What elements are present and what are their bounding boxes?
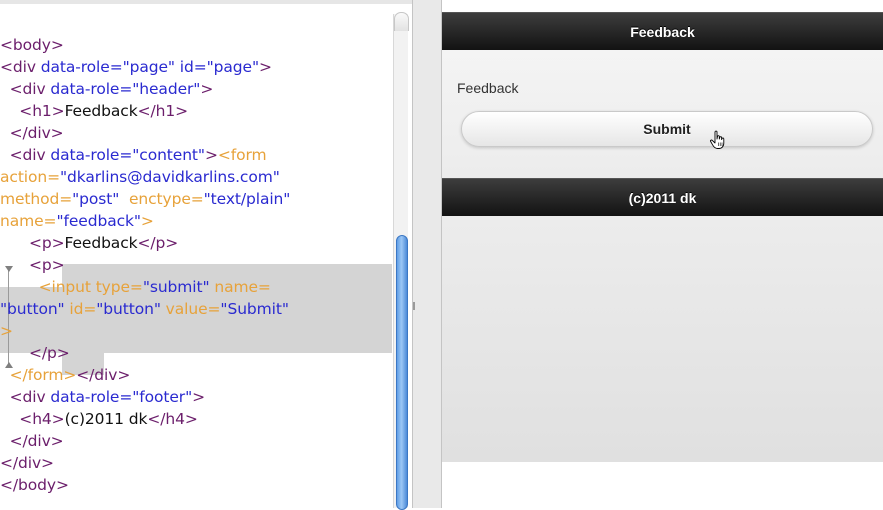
code-line: method="post" enctype="text/plain" (0, 188, 290, 210)
code-token: "Submit" (220, 300, 289, 318)
code-token: "post" (72, 190, 120, 208)
code-line: <div data-role="footer"> (0, 386, 290, 408)
code-line: name="feedback"> (0, 210, 290, 232)
code-line: > (0, 320, 290, 342)
page-header-bar: Feedback (442, 12, 883, 51)
code-token: <div (0, 58, 41, 76)
code-token: data-role="header" (50, 80, 201, 98)
code-token: </body> (0, 476, 69, 494)
code-token: type= (95, 278, 143, 296)
code-token: data-role="content" (50, 146, 205, 164)
code-line: <div data-role="page" id="page"> (0, 56, 290, 78)
code-token: </h1> (137, 102, 188, 120)
code-token: enctype= (119, 190, 204, 208)
code-line: </div> (0, 452, 290, 474)
code-token: > (259, 58, 272, 76)
code-line: <body> (0, 34, 290, 56)
feedback-paragraph: Feedback (457, 80, 519, 96)
code-token: "button" (0, 300, 65, 318)
code-token: </form> (0, 366, 77, 384)
code-line: <h4>(c)2011 dk</h4> (0, 408, 290, 430)
code-text[interactable]: <body> <div data-role="page" id="page"> <… (0, 34, 290, 496)
splitter-grip-icon (413, 302, 415, 310)
page-content: Feedback Submit (442, 50, 883, 178)
code-token: (c)2011 dk (64, 410, 148, 428)
scrollbar-top-cap (394, 12, 409, 31)
code-token: > (204, 146, 218, 164)
code-token: "dkarlins@davidkarlins.com" (60, 168, 280, 186)
code-token: </p> (0, 344, 70, 362)
code-line: <p> (0, 254, 290, 276)
code-line: <div data-role="content"><form (0, 144, 290, 166)
code-token: name= (0, 212, 57, 230)
code-token: "submit" (142, 278, 210, 296)
editor-scrollbar-thumb[interactable] (396, 235, 408, 510)
code-token: > (200, 80, 214, 98)
code-token: data-role="page" id="page" (40, 58, 259, 76)
submit-button[interactable]: Submit (461, 111, 873, 147)
code-editor[interactable]: <body> <div data-role="page" id="page"> <… (0, 0, 412, 508)
header-title: Feedback (630, 24, 695, 40)
code-token: id= (64, 300, 97, 318)
code-token: > (0, 322, 13, 340)
code-line: "button" id="button" value="Submit" (0, 298, 290, 320)
live-preview: Feedback Feedback Submit (c)2011 dk (442, 0, 883, 508)
code-token: <h4> (0, 410, 65, 428)
code-token: </div> (0, 454, 54, 472)
code-token: </h4> (147, 410, 198, 428)
code-line: <div data-role="header"> (0, 78, 290, 100)
code-line: <h1>Feedback</h1> (0, 100, 290, 122)
code-token: <p> (0, 234, 65, 252)
code-line: </div> (0, 122, 290, 144)
code-line: <p>Feedback</p> (0, 232, 290, 254)
code-line: </p> (0, 342, 290, 364)
hand-pointer-icon (710, 130, 725, 149)
code-line: </form></div> (0, 364, 290, 386)
code-token: <body> (0, 36, 64, 54)
code-token: name= (209, 278, 271, 296)
code-token: <form (217, 146, 267, 164)
code-token: </div> (76, 366, 131, 384)
code-token: Feedback (64, 234, 138, 252)
code-token: data-role="footer" (50, 388, 193, 406)
code-token: "text/plain" (203, 190, 291, 208)
code-line: </div> (0, 430, 290, 452)
code-token: "button" (96, 300, 161, 318)
submit-button-label: Submit (643, 121, 691, 137)
code-token: </div> (0, 124, 64, 142)
page-empty-area (442, 216, 883, 463)
code-token: </div> (0, 432, 64, 450)
code-line: <input type="submit" name= (0, 276, 290, 298)
page-footer-bar: (c)2011 dk (442, 178, 883, 217)
code-token: value= (160, 300, 221, 318)
editor-top-border (0, 0, 412, 4)
code-token: <div (0, 80, 51, 98)
preview-bottom-area (442, 462, 883, 508)
code-token: method= (0, 190, 73, 208)
code-token: > (192, 388, 206, 406)
code-line: </body> (0, 474, 290, 496)
pane-splitter[interactable] (412, 0, 442, 508)
code-token: <div (0, 388, 51, 406)
code-token: </p> (137, 234, 179, 252)
footer-title: (c)2011 dk (628, 190, 697, 206)
code-token: <h1> (0, 102, 65, 120)
code-token: action= (0, 168, 60, 186)
code-token: Feedback (64, 102, 138, 120)
code-token: <div (0, 146, 51, 164)
code-token: "feedback" (56, 212, 141, 230)
code-line: action="dkarlins@davidkarlins.com" (0, 166, 290, 188)
code-token: <p> (0, 256, 65, 274)
code-token: <input (0, 278, 96, 296)
code-token: > (140, 212, 154, 230)
